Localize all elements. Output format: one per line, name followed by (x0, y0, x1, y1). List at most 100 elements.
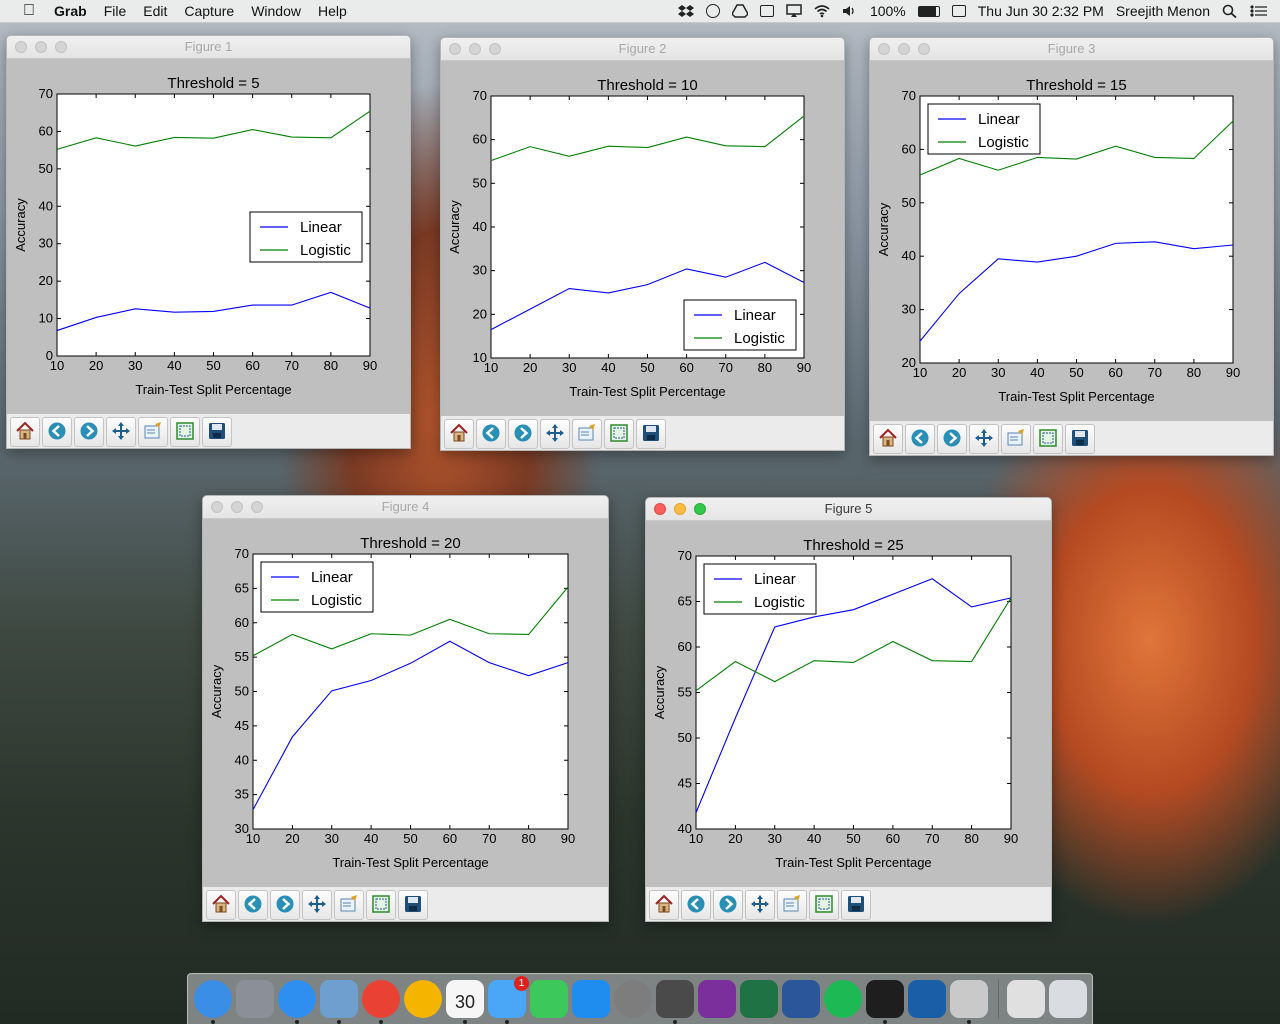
back-button[interactable] (476, 419, 506, 449)
dock-virtualbox-icon[interactable] (908, 980, 946, 1018)
save-button[interactable] (1065, 424, 1095, 454)
figure-canvas[interactable]: Threshold = 5 Train-Test Split Percentage… (7, 59, 410, 414)
back-button[interactable] (42, 417, 72, 447)
pan-button[interactable] (745, 890, 775, 920)
zoom-button[interactable] (918, 43, 930, 55)
screenshot-icon[interactable] (759, 5, 774, 17)
close-button[interactable] (654, 503, 666, 515)
figure-canvas[interactable]: Threshold = 10 Train-Test Split Percentag… (441, 61, 844, 416)
apple-menu-icon[interactable]:  (20, 2, 38, 20)
figure-canvas[interactable]: Threshold = 15 Train-Test Split Percentag… (870, 61, 1273, 421)
pan-button[interactable] (540, 419, 570, 449)
zoom-button-rect[interactable] (366, 890, 396, 920)
zoom-button[interactable] (55, 41, 67, 53)
dock-photos-icon[interactable] (404, 980, 442, 1018)
home-button[interactable] (206, 890, 236, 920)
figure-canvas[interactable]: Threshold = 25 Train-Test Split Percentag… (646, 521, 1051, 887)
menubar-datetime[interactable]: Thu Jun 30 2:32 PM (978, 3, 1104, 19)
zoom-button-rect[interactable] (1033, 424, 1063, 454)
zoom-button-rect[interactable] (809, 890, 839, 920)
home-button[interactable] (873, 424, 903, 454)
home-button[interactable] (649, 890, 679, 920)
zoom-button-rect[interactable] (604, 419, 634, 449)
sync-icon[interactable] (705, 4, 720, 18)
forward-button[interactable] (270, 890, 300, 920)
pan-button[interactable] (302, 890, 332, 920)
dock-chrome-icon[interactable] (362, 980, 400, 1024)
dock-spotify-icon[interactable] (824, 980, 862, 1018)
dock-word-icon[interactable] (782, 980, 820, 1018)
save-button[interactable] (636, 419, 666, 449)
window-titlebar[interactable]: Figure 5 (646, 498, 1051, 521)
notification-center-icon[interactable] (1250, 4, 1267, 18)
dock-trash-icon[interactable] (1049, 980, 1087, 1018)
window-titlebar[interactable]: Figure 2 (441, 38, 844, 61)
wifi-icon[interactable] (814, 4, 830, 18)
figure-window-5[interactable]: Figure 5 Threshold = 25 Train-Test Split … (645, 497, 1052, 922)
home-button[interactable] (444, 419, 474, 449)
dock-grab-icon[interactable] (950, 980, 988, 1024)
save-button[interactable] (841, 890, 871, 920)
save-button[interactable] (398, 890, 428, 920)
dock-facetime-icon[interactable] (530, 980, 568, 1018)
figure-window-2[interactable]: Figure 2 Threshold = 10 Train-Test Split … (440, 37, 845, 451)
dock-sublime-text-icon[interactable] (656, 980, 694, 1024)
forward-button[interactable] (937, 424, 967, 454)
menu-window[interactable]: Window (251, 3, 301, 19)
minimize-button[interactable] (231, 501, 243, 513)
figure-canvas[interactable]: Threshold = 20 Train-Test Split Percentag… (203, 519, 608, 887)
menu-capture[interactable]: Capture (184, 3, 234, 19)
pan-button[interactable] (969, 424, 999, 454)
forward-button[interactable] (74, 417, 104, 447)
menu-edit[interactable]: Edit (143, 3, 167, 19)
home-button[interactable] (10, 417, 40, 447)
window-titlebar[interactable]: Figure 3 (870, 38, 1273, 61)
subplots-button[interactable] (334, 890, 364, 920)
dock-preview-icon[interactable] (320, 980, 358, 1024)
back-button[interactable] (238, 890, 268, 920)
subplots-button[interactable] (1001, 424, 1031, 454)
close-button[interactable] (211, 501, 223, 513)
back-button[interactable] (905, 424, 935, 454)
dock-system-preferences-icon[interactable] (614, 980, 652, 1018)
forward-button[interactable] (508, 419, 538, 449)
save-button[interactable] (202, 417, 232, 447)
zoom-button[interactable] (251, 501, 263, 513)
pan-button[interactable] (106, 417, 136, 447)
dock-calendar-icon[interactable]: 30 (446, 980, 484, 1024)
menubar-user[interactable]: Sreejith Menon (1116, 3, 1210, 19)
zoom-button[interactable] (489, 43, 501, 55)
menu-help[interactable]: Help (318, 3, 347, 19)
menu-file[interactable]: File (104, 3, 127, 19)
dock-onenote-icon[interactable] (698, 980, 736, 1018)
back-button[interactable] (681, 890, 711, 920)
figure-window-1[interactable]: Figure 1 Threshold = 5 Train-Test Split P… (6, 35, 411, 449)
dock-launchpad-icon[interactable] (236, 980, 274, 1018)
close-button[interactable] (878, 43, 890, 55)
menu-app-name[interactable]: Grab (54, 3, 87, 19)
window-titlebar[interactable]: Figure 1 (7, 36, 410, 59)
minimize-button[interactable] (674, 503, 686, 515)
dock-safari-icon[interactable] (278, 980, 316, 1024)
window-titlebar[interactable]: Figure 4 (203, 496, 608, 519)
minimize-button[interactable] (898, 43, 910, 55)
zoom-button[interactable] (694, 503, 706, 515)
volume-icon[interactable] (842, 4, 858, 18)
dock-excel-icon[interactable] (740, 980, 778, 1018)
minimize-button[interactable] (469, 43, 481, 55)
subplots-button[interactable] (572, 419, 602, 449)
dropbox-icon[interactable] (677, 4, 694, 18)
dock-messages-icon[interactable]: 1 (488, 976, 529, 1024)
airplay-icon[interactable] (786, 4, 802, 18)
keyboard-icon[interactable] (951, 5, 966, 17)
dock-downloads-icon[interactable] (1007, 980, 1045, 1018)
dock-terminal-icon[interactable] (866, 980, 904, 1024)
close-button[interactable] (449, 43, 461, 55)
subplots-button[interactable] (138, 417, 168, 447)
dock-finder-icon[interactable] (194, 980, 232, 1024)
zoom-button-rect[interactable] (170, 417, 200, 447)
minimize-button[interactable] (35, 41, 47, 53)
google-drive-icon[interactable] (731, 4, 749, 18)
dock-app-store-icon[interactable] (572, 980, 610, 1018)
subplots-button[interactable] (777, 890, 807, 920)
